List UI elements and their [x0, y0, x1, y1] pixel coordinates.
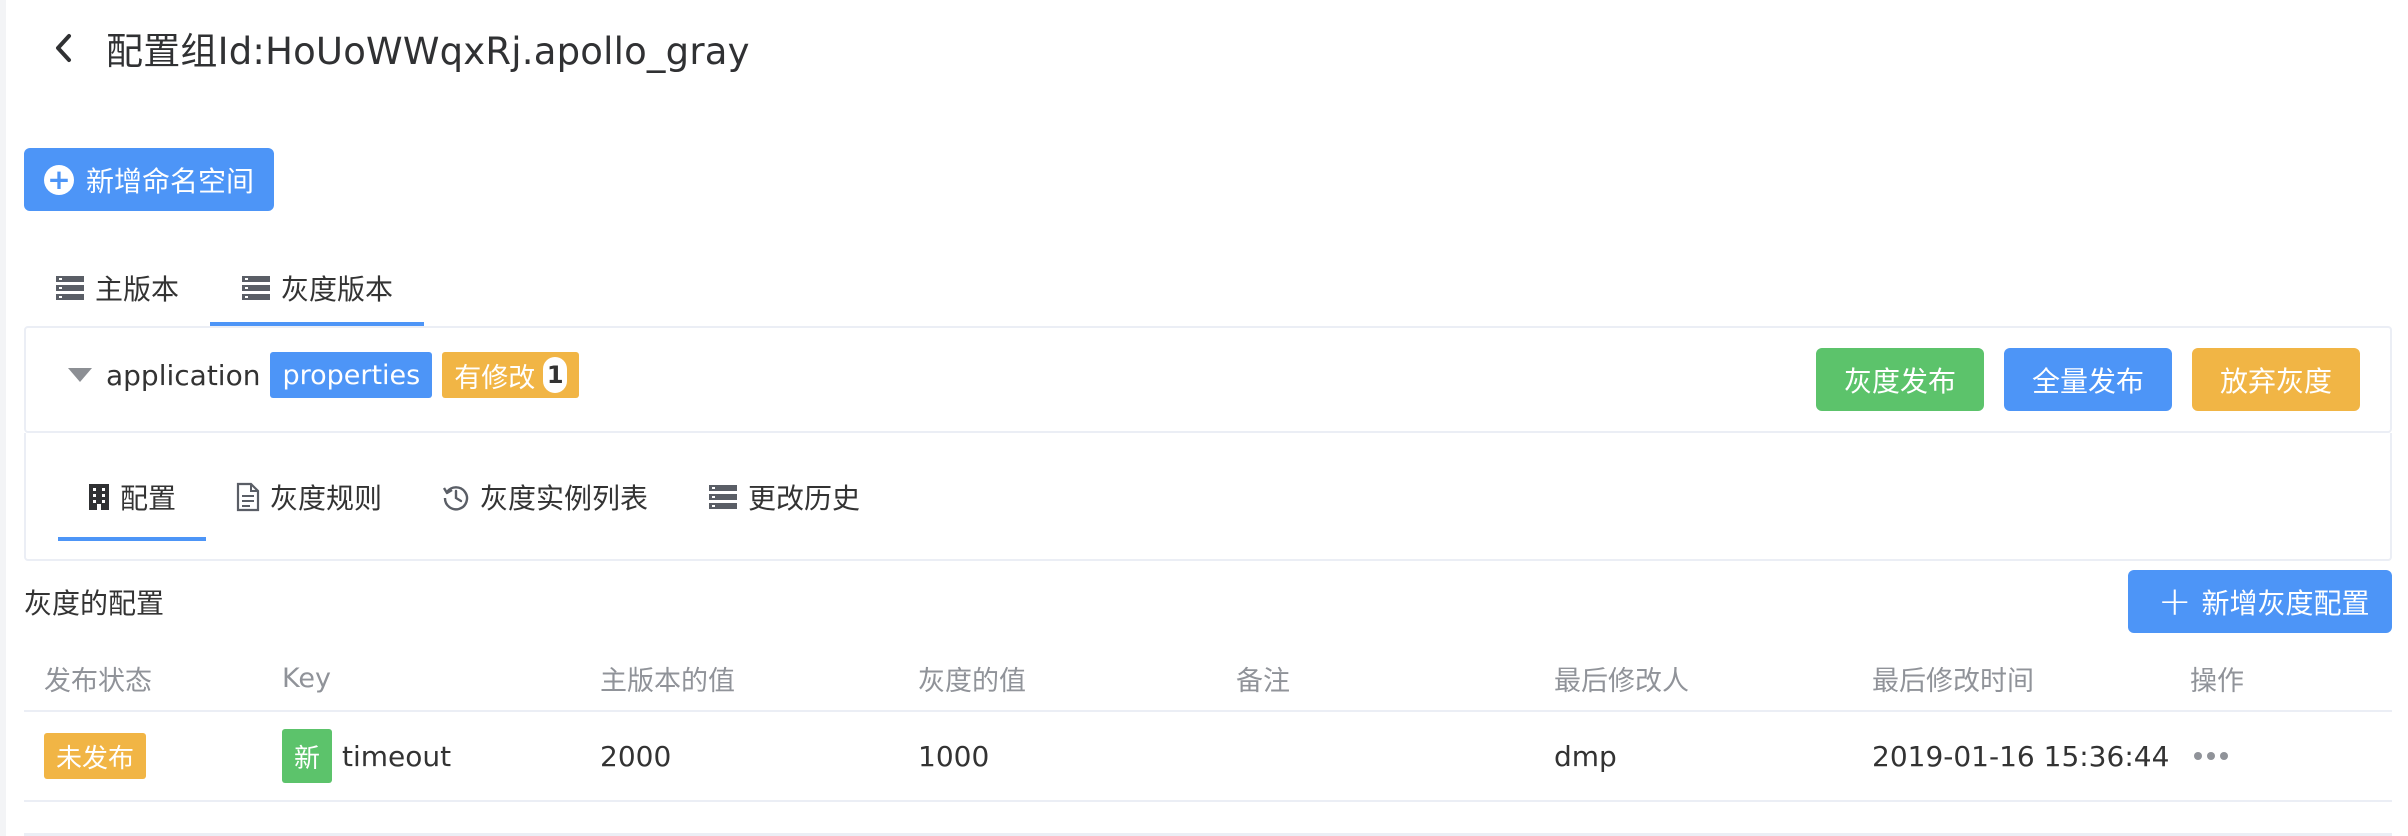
key-value: timeout: [342, 739, 452, 773]
page-header: 配置组Id:HoUoWWqxRj.apollo_gray: [44, 18, 750, 78]
tab-label: 灰度规则: [270, 482, 383, 515]
table-header: 发布状态 Key 主版本的值 灰度的值 备注 最后修改人 最后修改时间 操作: [24, 646, 2392, 712]
namespace-panel: application properties 有修改 1 灰度发布 全量发布 放…: [24, 326, 2392, 433]
tab-main-version[interactable]: 主版本: [24, 250, 210, 326]
section-title: 灰度的配置: [24, 587, 165, 620]
column-header: Key: [282, 662, 331, 694]
sub-tabs: 配置 灰度规则 灰度实例列表 更改历史: [58, 453, 890, 541]
plus-circle-icon: +: [44, 164, 74, 195]
server-icon: [242, 276, 271, 300]
abandon-gray-button[interactable]: 放弃灰度: [2192, 348, 2360, 411]
column-header: 灰度的值: [918, 665, 1026, 697]
caret-down-icon[interactable]: [68, 368, 92, 382]
column-header: 发布状态: [44, 665, 152, 697]
column-header: 主版本的值: [600, 665, 735, 697]
modified-count-badge: 1: [543, 357, 568, 393]
add-gray-config-button[interactable]: + 新增灰度配置: [2128, 570, 2392, 633]
server-icon: [56, 276, 84, 300]
column-header: 最后修改人: [1554, 665, 1689, 697]
full-publish-button[interactable]: 全量发布: [2004, 348, 2172, 411]
key-cell: 新 timeout: [262, 729, 580, 783]
add-namespace-button[interactable]: + 新增命名空间: [24, 148, 274, 211]
gray-publish-button[interactable]: 灰度发布: [1816, 348, 1984, 411]
namespace-actions: 灰度发布 全量发布 放弃灰度: [1816, 348, 2360, 411]
modified-time-cell: 2019-01-16 15:36:44: [1872, 739, 2170, 773]
plus-icon: +: [2158, 578, 2192, 625]
tab-config[interactable]: 配置: [58, 453, 207, 541]
building-icon: [89, 484, 109, 510]
format-tag: properties: [270, 352, 433, 398]
tab-gray-rules[interactable]: 灰度规则: [206, 453, 412, 541]
status-cell: 未发布: [24, 733, 262, 779]
namespace-name: application: [106, 358, 261, 392]
modifier-cell: dmp: [1554, 739, 1617, 773]
history-icon: [443, 486, 469, 511]
tab-change-history[interactable]: 更改历史: [678, 453, 890, 541]
version-tabs: 主版本 灰度版本: [24, 250, 425, 326]
tab-label: 主版本: [95, 273, 180, 306]
gray-value-cell: 1000: [918, 739, 990, 773]
more-options-icon[interactable]: [2190, 746, 2232, 766]
actions-cell: [2170, 746, 2370, 766]
tab-label: 配置: [120, 482, 177, 515]
table-row: 未发布 新 timeout 2000 1000 dmp 2019-01-16 1…: [24, 712, 2392, 802]
page-title: 配置组Id:HoUoWWqxRj.apollo_gray: [106, 30, 750, 73]
tab-label: 灰度版本: [281, 273, 394, 306]
main-value-cell: 2000: [600, 739, 672, 773]
tab-label: 灰度实例列表: [480, 482, 649, 515]
modified-label: 有修改: [454, 362, 536, 394]
new-badge: 新: [282, 729, 332, 783]
column-header: 备注: [1236, 665, 1290, 697]
column-header: 最后修改时间: [1872, 665, 2034, 697]
tab-label: 更改历史: [748, 482, 861, 515]
server-icon: [709, 485, 738, 509]
left-border: [0, 0, 6, 836]
namespace-header: application properties 有修改 1: [68, 352, 580, 398]
tab-gray-version[interactable]: 灰度版本: [210, 250, 425, 326]
add-namespace-label: 新增命名空间: [86, 164, 255, 198]
sub-tabs-panel: 配置 灰度规则 灰度实例列表 更改历史: [24, 433, 2392, 561]
modified-tag: 有修改 1: [442, 352, 580, 398]
unpublished-badge: 未发布: [44, 733, 147, 779]
tab-gray-instances[interactable]: 灰度实例列表: [412, 453, 678, 541]
document-icon: [236, 482, 260, 512]
back-arrow-icon[interactable]: [44, 28, 84, 68]
gray-config-table: 发布状态 Key 主版本的值 灰度的值 备注 最后修改人 最后修改时间 操作 未…: [24, 646, 2392, 802]
column-header: 操作: [2190, 665, 2244, 697]
add-gray-config-label: 新增灰度配置: [2201, 586, 2370, 620]
